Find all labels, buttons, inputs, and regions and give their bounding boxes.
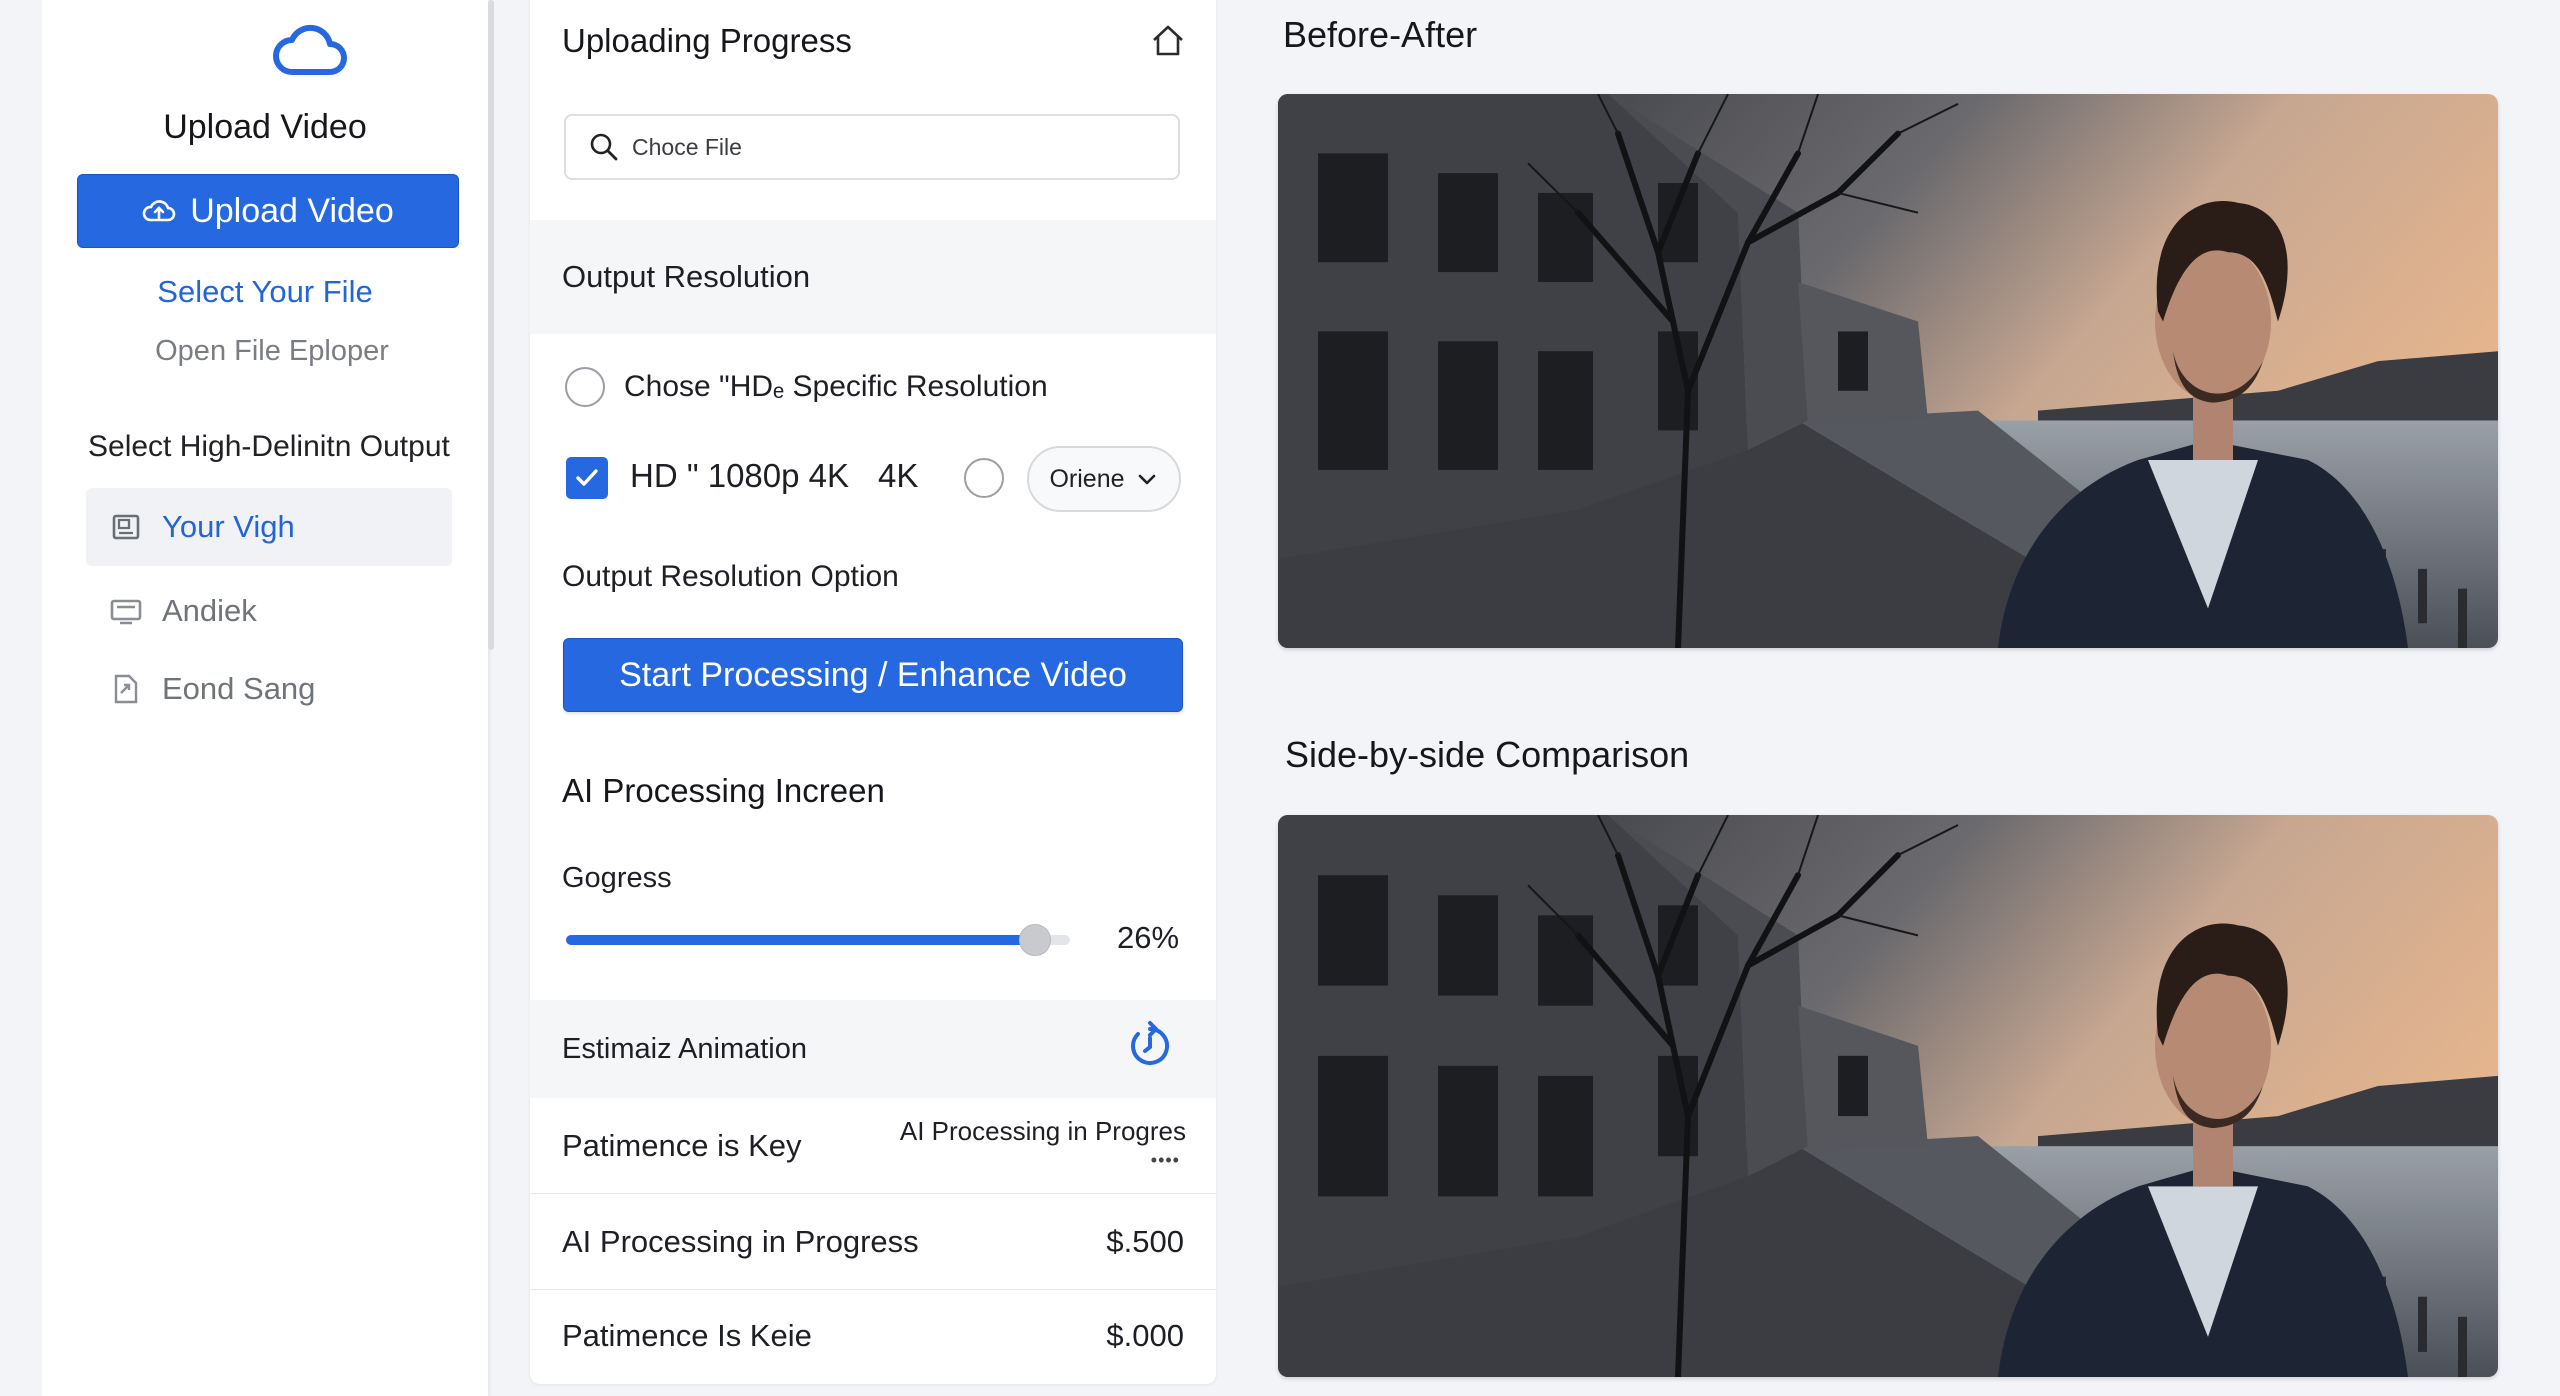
start-processing-button[interactable]: Start Processing / Enhance Video — [563, 638, 1183, 712]
output-resolution-heading: Output Resolution — [530, 220, 1216, 334]
sidebar-item-eond-sang[interactable]: Eond Sang — [86, 650, 452, 728]
photo-scene — [1278, 815, 2498, 1377]
comparison-heading: Side-by-side Comparison — [1285, 734, 1690, 775]
file-export-icon — [114, 674, 138, 704]
row-note-dots: •••• — [1150, 1150, 1180, 1170]
progress-value: 26% — [1117, 920, 1180, 955]
progress-slider-handle[interactable] — [1019, 924, 1051, 956]
uploading-progress-panel: Uploading Progress Output Resolution Cho… — [530, 0, 1216, 1384]
sidebar-item-label: Your Vigh — [162, 509, 295, 544]
dropdown-selected-value: Oriene — [1049, 464, 1125, 493]
upload-video-button[interactable]: Upload Video — [77, 174, 459, 248]
row-label: Patimence Is Keie — [562, 1318, 812, 1353]
row-note: AI Processing in Progres — [899, 1116, 1186, 1146]
table-row: Patimence Is Keie $.000 — [530, 1290, 1216, 1384]
chevron-down-icon — [1138, 474, 1155, 485]
row-value: $.000 — [1106, 1318, 1184, 1353]
progress-label: Gogress — [562, 862, 672, 894]
output-section-label: Select High-Delinitn Output — [88, 430, 450, 463]
progress-fill — [566, 935, 1031, 945]
estimate-animation-label: Estimaiz Animation — [562, 1032, 807, 1065]
ai-processing-heading: AI Processing Increen — [562, 772, 885, 809]
specific-resolution-radio[interactable] — [565, 367, 605, 407]
checkmark-icon — [576, 469, 598, 486]
monitor-icon — [110, 599, 142, 625]
table-row: AI Processing in Progress $.500 — [530, 1194, 1216, 1290]
sidebar-item-label: Eond Sang — [162, 671, 316, 706]
4k-resolution-label: 4K — [878, 457, 919, 494]
hd-resolution-checkbox[interactable] — [566, 457, 608, 499]
sidebar-item-your-vigh[interactable]: Your Vigh — [86, 488, 452, 566]
upload-video-button-label: Upload Video — [190, 191, 394, 230]
table-row: Patimence is Key AI Processing in Progre… — [530, 1098, 1216, 1194]
panel-title: Uploading Progress — [562, 22, 852, 59]
sidebar-item-andiek[interactable]: Andiek — [86, 572, 452, 650]
sidebar-scrollbar[interactable] — [488, 0, 494, 650]
refresh-timer-icon[interactable] — [1122, 1018, 1178, 1074]
upload-cloud-icon — [142, 200, 176, 222]
choose-file-search[interactable] — [564, 114, 1180, 180]
sidebar: Upload Video Upload Video Select Your Fi… — [42, 0, 488, 1396]
row-label: Patimence is Key — [562, 1128, 802, 1163]
select-file-link[interactable]: Select Your File — [42, 274, 488, 310]
gallery-icon — [112, 514, 140, 540]
open-file-explorer-link[interactable]: Open File Eploper — [42, 335, 502, 368]
estimate-animation-band: Estimaiz Animation — [530, 1000, 1216, 1098]
resolution-option-label: Output Resolution Option — [562, 560, 899, 593]
specific-resolution-label: Chose "HDₑ Specific Resolution — [624, 370, 1048, 403]
cloud-icon — [273, 24, 347, 75]
row-value: $.500 — [1106, 1224, 1184, 1259]
before-after-heading: Before-After — [1283, 14, 1478, 55]
row-label: AI Processing in Progress — [562, 1224, 919, 1259]
home-icon[interactable] — [1148, 20, 1188, 60]
search-icon — [590, 133, 618, 161]
photo-scene — [1278, 94, 2498, 648]
orientation-dropdown[interactable]: Oriene — [1027, 446, 1181, 512]
comparison-image — [1278, 815, 2498, 1377]
app-title: Upload Video — [163, 108, 367, 146]
before-after-image — [1278, 94, 2498, 648]
choose-file-input[interactable] — [632, 133, 1172, 161]
resolution-radio[interactable] — [964, 458, 1004, 498]
hd-resolution-label: HD " 1080p 4K — [630, 457, 850, 494]
sidebar-item-label: Andiek — [162, 593, 257, 628]
progress-slider[interactable] — [566, 924, 1070, 956]
